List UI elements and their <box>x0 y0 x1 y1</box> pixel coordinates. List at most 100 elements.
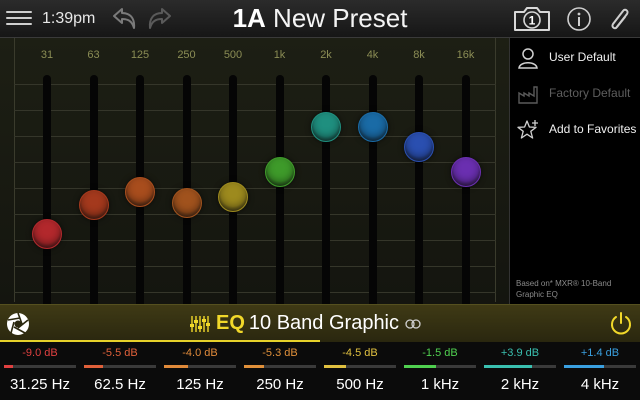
band-frequency-label: 31 <box>40 49 54 61</box>
band-slider-track[interactable] <box>43 75 51 319</box>
factory-default-label: Factory Default <box>549 86 631 100</box>
shutter-icon[interactable] <box>5 311 31 337</box>
parameter-value: -1.5 dB <box>422 347 458 359</box>
top-bar: 1:39pm 1A New Preset 1 <box>0 0 640 38</box>
model-title[interactable]: EQ 10 Band Graphic <box>190 312 421 335</box>
undo-icon[interactable] <box>110 6 138 32</box>
band-slider-track[interactable] <box>461 75 470 319</box>
band-slider-knob[interactable] <box>357 111 388 142</box>
parameter-knob[interactable]: -4.0 dB 125 Hz <box>160 342 240 400</box>
grid-line <box>14 240 496 241</box>
grid-line <box>14 84 496 85</box>
user-icon <box>518 48 538 69</box>
parameter-level-bar <box>4 365 76 368</box>
parameter-name: 500 Hz <box>336 376 384 393</box>
paperclip-icon[interactable] <box>608 6 632 32</box>
grid-line <box>14 266 496 267</box>
parameter-level-bar <box>404 365 476 368</box>
band-slider-knob[interactable] <box>171 188 202 219</box>
based-on-note: Based on* MXR® 10-Band Graphic EQ <box>516 279 612 299</box>
parameter-name: 1 kHz <box>420 376 460 393</box>
parameter-knob[interactable]: -1.5 dB 1 kHz <box>400 342 480 400</box>
power-icon[interactable] <box>608 311 634 337</box>
grid-line <box>14 110 496 111</box>
parameter-level-fill <box>484 365 532 368</box>
clock: 1:39pm <box>42 10 96 27</box>
model-category: EQ <box>216 312 245 334</box>
eq-sliders-icon <box>190 315 210 332</box>
preset-title[interactable]: 1A New Preset <box>205 3 435 34</box>
parameter-name: 31.25 Hz <box>9 376 71 393</box>
parameter-knob[interactable]: +3.9 dB 2 kHz <box>480 342 560 400</box>
parameter-knob[interactable]: -4.5 dB 500 Hz <box>320 342 400 400</box>
parameter-value: +3.9 dB <box>500 347 540 359</box>
grid-line <box>14 188 496 189</box>
parameter-knob[interactable]: -5.3 dB 250 Hz <box>240 342 320 400</box>
parameter-value: +1.4 dB <box>580 347 620 359</box>
band-frequency-label: 125 <box>130 49 150 61</box>
parameter-value: -5.5 dB <box>102 347 138 359</box>
band-frequency-label: 1k <box>273 49 286 61</box>
parameter-knob[interactable]: +1.4 dB 4 kHz <box>560 342 640 400</box>
add-to-favorites-label: Add to Favorites <box>549 122 637 136</box>
parameter-level-fill <box>404 365 436 368</box>
eq-graph: 31 63 125 250 500 1k 2k 4k 8k 16k <box>0 38 510 319</box>
parameter-name: 125 Hz <box>176 376 224 393</box>
band-frequency-label: 8k <box>413 49 425 61</box>
parameter-level-fill <box>324 365 347 368</box>
band-frequency-label: 16k <box>456 49 475 61</box>
parameter-level-fill <box>4 365 13 368</box>
band-slider-knob[interactable] <box>311 111 341 142</box>
parameter-knob[interactable]: -9.0 dB 31.25 Hz <box>0 342 80 400</box>
band-slider-knob[interactable] <box>264 156 295 187</box>
band-slider-knob[interactable] <box>450 156 481 187</box>
grid-line <box>14 292 496 293</box>
link-icon[interactable] <box>405 318 421 330</box>
parameter-value: -4.0 dB <box>182 347 218 359</box>
eq-frame <box>14 38 496 302</box>
parameter-level-bar <box>484 365 556 368</box>
parameter-name: 4 kHz <box>580 376 620 393</box>
band-frequency-label: 63 <box>87 49 100 61</box>
parameter-value: -5.3 dB <box>262 347 298 359</box>
parameter-level-bar <box>244 365 316 368</box>
factory-icon <box>518 86 538 104</box>
band-frequency-label: 2k <box>320 49 332 61</box>
parameter-level-fill <box>164 365 188 368</box>
band-slider-knob[interactable] <box>218 181 248 212</box>
snapshot-camera-icon[interactable]: 1 <box>512 5 552 33</box>
add-to-favorites-button[interactable]: Add to Favorites <box>517 116 639 144</box>
grid-line <box>14 162 496 163</box>
user-default-button[interactable]: User Default <box>517 44 639 72</box>
parameter-level-fill <box>564 365 605 368</box>
parameter-name: 62.5 Hz <box>94 376 146 393</box>
parameter-level-bar <box>84 365 156 368</box>
band-slider-track[interactable] <box>415 75 423 319</box>
preset-name: New Preset <box>273 3 408 33</box>
band-frequency-label: 500 <box>223 49 243 61</box>
preset-slot: 1A <box>232 3 266 33</box>
parameter-level-bar <box>164 365 236 368</box>
parameter-name: 250 Hz <box>256 376 304 393</box>
parameter-value: -9.0 dB <box>22 347 58 359</box>
user-default-label: User Default <box>549 50 616 64</box>
band-frequency-label: 4k <box>366 49 379 61</box>
redo-icon[interactable] <box>146 6 174 32</box>
parameter-name: 2 kHz <box>500 376 540 393</box>
parameter-knob[interactable]: -5.5 dB 62.5 Hz <box>80 342 160 400</box>
parameter-strip: -9.0 dB 31.25 Hz -5.5 dB 62.5 Hz -4.0 dB 125 … <box>0 342 640 400</box>
band-slider-knob[interactable] <box>78 189 109 220</box>
menu-icon[interactable] <box>6 7 32 31</box>
factory-default-button[interactable]: Factory Default <box>517 80 639 108</box>
star-plus-icon <box>517 120 538 139</box>
parameter-level-bar <box>564 365 636 368</box>
parameter-level-fill <box>244 365 265 368</box>
band-frequency-label: 250 <box>177 49 196 61</box>
band-slider-track[interactable] <box>275 75 284 319</box>
parameter-level-bar <box>324 365 396 368</box>
info-icon[interactable] <box>566 6 592 32</box>
model-bar: EQ 10 Band Graphic <box>0 304 640 342</box>
model-name: 10 Band Graphic <box>248 312 400 334</box>
preset-side-panel: User Default Factory Default Add to Favo… <box>511 38 640 304</box>
band-slider-knob[interactable] <box>32 219 62 249</box>
